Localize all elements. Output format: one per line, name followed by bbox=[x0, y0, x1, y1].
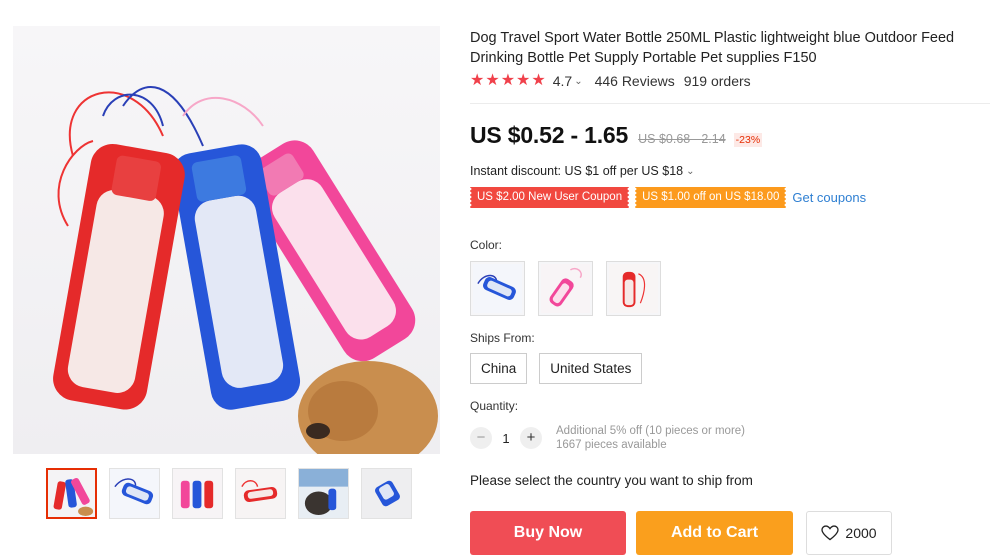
wishlist-count: 2000 bbox=[845, 525, 877, 541]
add-to-cart-button[interactable]: Add to Cart bbox=[636, 511, 793, 555]
discount-badge: -23% bbox=[733, 133, 763, 147]
stock-available: 1667 pieces available bbox=[556, 439, 667, 451]
quantity-value[interactable]: 1 bbox=[492, 431, 520, 446]
color-options bbox=[470, 261, 661, 316]
thumbnail-1[interactable] bbox=[46, 468, 97, 519]
quantity-stepper: − 1 + Additional 5% off (10 pieces or mo… bbox=[470, 424, 745, 452]
rating-row: ★ ★ ★ ★ ★ 4.7 ⌄ 446 Reviews 919 orders bbox=[470, 72, 751, 90]
quantity-notes: Additional 5% off (10 pieces or more) 16… bbox=[556, 424, 745, 452]
price-row: US $0.52 - 1.65 US $0.68 - 2.14 -23% bbox=[470, 122, 763, 149]
main-product-image[interactable] bbox=[13, 26, 440, 454]
color-label: Color: bbox=[470, 238, 503, 252]
orders-count: 919 orders bbox=[683, 73, 751, 89]
thumbnail-3[interactable] bbox=[172, 468, 223, 519]
original-price: US $0.68 - 2.14 bbox=[638, 132, 726, 146]
buy-now-button[interactable]: Buy Now bbox=[470, 511, 626, 555]
ship-option-united-states[interactable]: United States bbox=[539, 353, 643, 384]
rating-value[interactable]: 4.7 bbox=[553, 73, 572, 89]
current-price: US $0.52 - 1.65 bbox=[470, 122, 629, 148]
heart-icon bbox=[821, 525, 840, 541]
reviews-link[interactable]: 446 Reviews bbox=[595, 73, 675, 89]
ship-country-message: Please select the country you want to sh… bbox=[470, 473, 753, 488]
quantity-decrease-button[interactable]: − bbox=[470, 427, 492, 449]
chevron-down-icon[interactable]: ⌄ bbox=[686, 166, 694, 177]
ships-from-options: China United States bbox=[470, 353, 643, 384]
star-icon: ★ bbox=[470, 72, 485, 89]
store-coupon[interactable]: US $1.00 off on US $18.00 bbox=[635, 187, 787, 208]
thumbnail-strip bbox=[46, 468, 412, 519]
instant-discount[interactable]: Instant discount: US $1 off per US $18 ⌄ bbox=[470, 164, 706, 178]
color-swatch-blue[interactable] bbox=[470, 261, 525, 316]
new-user-coupon[interactable]: US $2.00 New User Coupon bbox=[470, 187, 630, 208]
coupon-row: US $2.00 New User Coupon US $1.00 off on… bbox=[470, 187, 866, 208]
quantity-increase-button[interactable]: + bbox=[520, 427, 542, 449]
divider bbox=[470, 103, 990, 104]
color-swatch-red[interactable] bbox=[606, 261, 661, 316]
wishlist-button[interactable]: 2000 bbox=[806, 511, 892, 555]
ships-from-label: Ships From: bbox=[470, 331, 535, 345]
action-buttons: Buy Now Add to Cart 2000 bbox=[470, 511, 892, 555]
top-border bbox=[0, 0, 1000, 3]
ship-option-china[interactable]: China bbox=[470, 353, 528, 384]
thumbnail-5[interactable] bbox=[298, 468, 349, 519]
quantity-label: Quantity: bbox=[470, 399, 519, 413]
thumbnail-6[interactable] bbox=[361, 468, 412, 519]
star-icon: ★ bbox=[500, 72, 516, 89]
rating-stars: ★ ★ ★ ★ ★ bbox=[470, 72, 547, 90]
product-title: Dog Travel Sport Water Bottle 250ML Plas… bbox=[470, 30, 955, 66]
bulk-discount-note: Additional 5% off (10 pieces or more) bbox=[556, 425, 745, 437]
star-icon: ★ bbox=[516, 72, 531, 89]
chevron-down-icon[interactable]: ⌄ bbox=[574, 76, 582, 87]
color-swatch-pink[interactable] bbox=[538, 261, 593, 316]
thumbnail-4[interactable] bbox=[235, 468, 286, 519]
instant-discount-text: Instant discount: US $1 off per US $18 bbox=[470, 164, 684, 178]
get-coupons-link[interactable]: Get coupons bbox=[792, 190, 866, 205]
star-icon: ★ bbox=[531, 72, 546, 89]
thumbnail-2[interactable] bbox=[109, 468, 160, 519]
star-icon: ★ bbox=[485, 72, 500, 89]
